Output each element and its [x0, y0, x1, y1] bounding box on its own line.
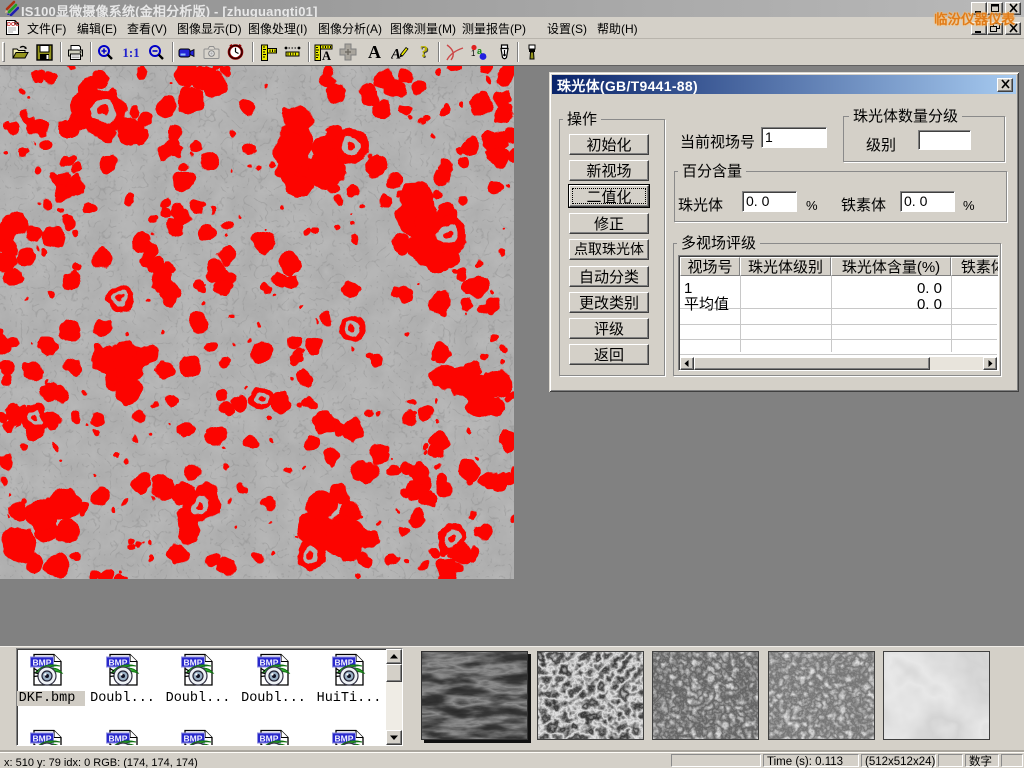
svg-text:A: A: [391, 47, 401, 62]
svg-text:DOC: DOC: [7, 22, 19, 28]
svg-text:1: 1: [471, 49, 476, 58]
svg-text:A: A: [322, 49, 331, 61]
